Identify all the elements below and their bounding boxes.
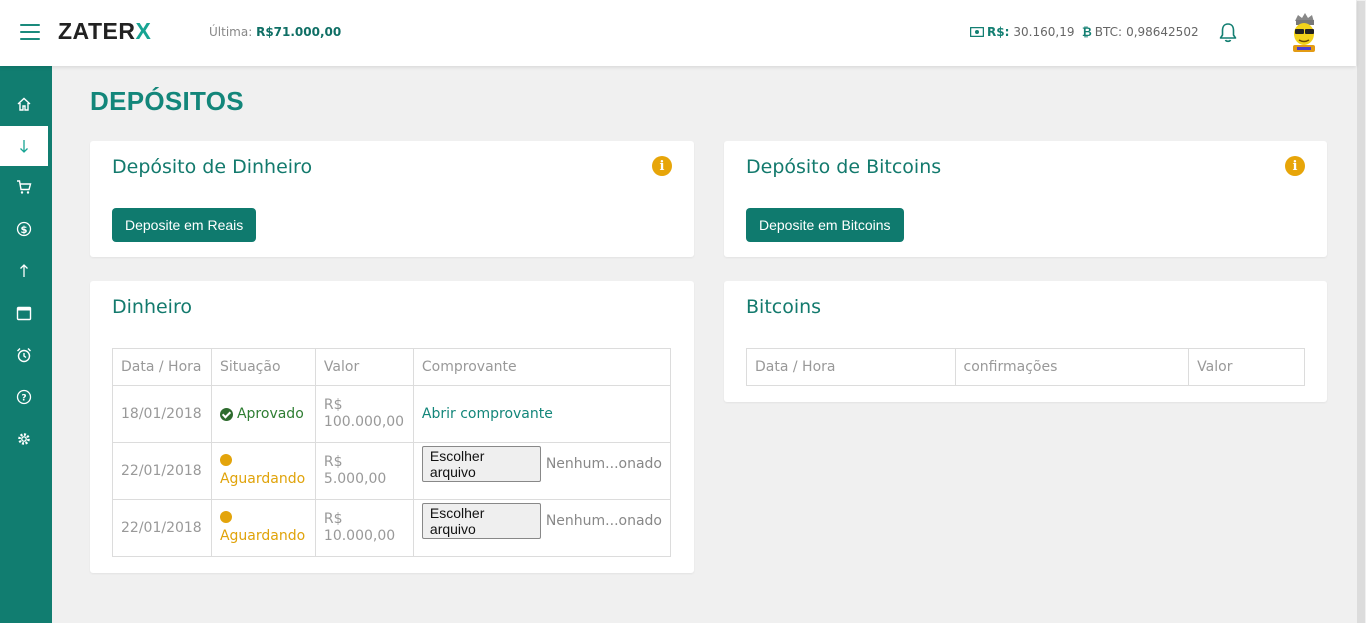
btc-history-card: Bitcoins Data / Hora confirmações Valor — [724, 281, 1327, 402]
sidebar-item-settings[interactable] — [0, 419, 48, 459]
sidebar-item-market[interactable] — [0, 167, 48, 207]
row-amount: R$ 5.000,00 — [314, 442, 414, 500]
deposit-reais-button[interactable]: Deposite em Reais — [112, 208, 257, 242]
page-scrollbar[interactable] — [1356, 0, 1366, 623]
btc-label: BTC: — [1094, 25, 1123, 39]
cash-history-table: Data / Hora Situação Valor Comprovante 1… — [112, 348, 672, 557]
gear-icon — [18, 433, 30, 445]
scrollbar-thumb[interactable] — [1357, 1, 1365, 623]
sidebar-item-deposits[interactable] — [0, 126, 48, 166]
column-header: Data / Hora — [746, 348, 956, 386]
column-header: Valor — [314, 348, 414, 386]
table-header-row: Data / Hora confirmações Valor — [746, 348, 1305, 386]
sidebar: $ ? — [0, 66, 52, 623]
sidebar-item-help[interactable]: ? — [0, 377, 48, 417]
dollar-icon: $ — [16, 221, 32, 237]
brl-balance: R$: 30.160,19 — [970, 25, 1074, 39]
status-text: Aprovado — [236, 406, 304, 422]
alarm-clock-icon — [17, 348, 31, 363]
bitcoin-icon: ₿ — [1082, 25, 1092, 39]
svg-text:$: $ — [21, 225, 28, 236]
cash-history-card: Dinheiro Data / Hora Situação Valor Comp… — [90, 281, 694, 573]
cart-icon — [17, 180, 32, 194]
arrow-down-icon — [20, 140, 28, 153]
row-status: Aguardando — [210, 442, 316, 500]
sidebar-item-withdraw[interactable] — [0, 251, 48, 291]
top-header: ZATERX Última: R$71.000,00 R$: 30.160,19… — [0, 0, 1356, 66]
money-icon — [970, 27, 984, 37]
btc-deposit-card: Depósito de Bitcoins i Deposite em Bitco… — [724, 141, 1327, 257]
file-name: Nenhum...onado — [545, 456, 662, 472]
row-amount: R$ 10.000,00 — [314, 499, 414, 557]
pending-icon — [219, 454, 232, 466]
last-price: Última: R$71.000,00 — [209, 25, 341, 39]
cash-deposit-card: Depósito de Dinheiro i Deposite em Reais — [90, 141, 694, 257]
file-name: Nenhum...onado — [545, 513, 662, 529]
home-icon — [17, 97, 31, 111]
page-title: DEPÓSITOS — [90, 86, 244, 116]
svg-text:?: ? — [21, 394, 26, 404]
row-proof: Escolher arquivo Nenhum...onado — [412, 499, 672, 557]
sidebar-item-finance[interactable]: $ — [0, 209, 48, 249]
column-header: Situação — [210, 348, 316, 386]
pending-icon — [219, 511, 232, 523]
column-header: confirmações — [954, 348, 1190, 386]
btc-deposit-title: Depósito de Bitcoins — [746, 156, 942, 178]
row-status: Aguardando — [210, 499, 316, 557]
help-icon: ? — [16, 389, 32, 405]
cash-deposit-title: Depósito de Dinheiro — [112, 156, 313, 178]
hamburger-menu-icon[interactable] — [20, 24, 40, 40]
btc-history-title: Bitcoins — [746, 296, 822, 318]
last-price-label: Última: — [209, 25, 253, 39]
btc-balance: ₿ BTC: 0,98642502 — [1082, 25, 1199, 39]
sidebar-item-alarm[interactable] — [0, 335, 48, 375]
column-header: Data / Hora — [112, 348, 212, 386]
info-icon[interactable]: i — [652, 156, 672, 176]
sidebar-item-home[interactable] — [0, 84, 48, 124]
brl-value: 30.160,19 — [1013, 25, 1075, 39]
table-row: 18/01/2018 Aprovado R$ 100.000,00 Abrir c… — [112, 385, 672, 443]
calendar-icon — [16, 306, 32, 321]
cash-history-title: Dinheiro — [112, 296, 192, 318]
row-date: 22/01/2018 — [112, 442, 212, 500]
column-header: Valor — [1188, 348, 1305, 386]
avatar[interactable] — [1288, 12, 1320, 54]
btc-history-table: Data / Hora confirmações Valor — [746, 348, 1305, 386]
row-amount: R$ 100.000,00 — [314, 385, 414, 443]
open-proof-link[interactable]: Abrir comprovante — [422, 406, 553, 422]
table-row: 22/01/2018 Aguardando R$ 10.000,00 Escolh… — [112, 499, 672, 557]
logo[interactable]: ZATERX — [58, 18, 151, 45]
table-row: 22/01/2018 Aguardando R$ 5.000,00 Escolhe… — [112, 442, 672, 500]
row-proof: Escolher arquivo Nenhum...onado — [412, 442, 672, 500]
sidebar-item-calendar[interactable] — [0, 293, 48, 333]
last-price-value: R$71.000,00 — [256, 25, 342, 39]
btc-value: 0,98642502 — [1126, 25, 1199, 39]
status-text: Aguardando — [219, 471, 306, 487]
deposit-bitcoins-button[interactable]: Deposite em Bitcoins — [746, 208, 904, 242]
check-circle-icon — [219, 407, 233, 421]
arrow-up-icon — [20, 264, 28, 277]
row-date: 22/01/2018 — [112, 499, 212, 557]
choose-file-button[interactable]: Escolher arquivo — [421, 503, 541, 539]
column-header: Comprovante — [412, 348, 672, 386]
choose-file-button[interactable]: Escolher arquivo — [421, 446, 541, 482]
bell-icon[interactable] — [1218, 22, 1238, 44]
row-proof: Abrir comprovante — [412, 385, 672, 443]
info-icon[interactable]: i — [1285, 156, 1305, 176]
row-status: Aprovado — [210, 385, 316, 443]
brl-label: R$: — [987, 25, 1010, 39]
status-text: Aguardando — [219, 528, 306, 544]
row-date: 18/01/2018 — [112, 385, 212, 443]
table-header-row: Data / Hora Situação Valor Comprovante — [112, 348, 672, 386]
